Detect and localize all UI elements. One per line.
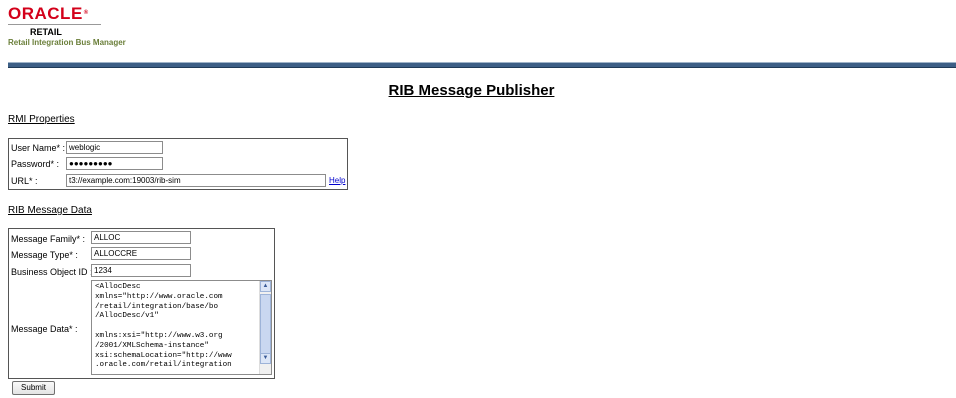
rmi-properties-title: RMI Properties <box>8 114 75 125</box>
message-data-textarea[interactable]: <AllocDesc xmlns="http://www.oracle.com … <box>91 280 272 375</box>
message-family-label: Message Family* : <box>11 234 86 244</box>
app-name: Retail Integration Bus Manager <box>8 38 126 47</box>
url-label: URL* : <box>11 176 38 186</box>
scroll-down-icon[interactable]: ▼ <box>260 353 271 364</box>
retail-label: RETAIL <box>30 27 62 37</box>
help-link[interactable]: Help <box>329 176 345 185</box>
user-name-input[interactable] <box>66 141 163 154</box>
header-divider-bar <box>8 62 956 68</box>
scroll-thumb[interactable] <box>260 294 271 354</box>
user-name-label: User Name* : <box>11 143 66 153</box>
scroll-up-icon[interactable]: ▲ <box>260 281 271 292</box>
business-object-id-label: Business Object ID : <box>11 267 93 277</box>
rmi-properties-panel: User Name* : Password* : ●●●●●●●●● URL* … <box>8 138 348 190</box>
message-data-scrollbar[interactable]: ▲ ▼ <box>259 281 271 374</box>
password-label: Password* : <box>11 159 60 169</box>
oracle-logo: ORACLE® <box>8 4 89 23</box>
message-family-input[interactable] <box>91 231 191 244</box>
url-input[interactable] <box>66 174 326 187</box>
message-type-input[interactable] <box>91 247 191 260</box>
submit-button[interactable]: Submit <box>12 381 55 395</box>
logo-divider <box>8 24 101 25</box>
header: ORACLE® RETAIL Retail Integration Bus Ma… <box>8 5 126 47</box>
message-data-panel: Message Family* : Message Type* : Busine… <box>8 228 275 379</box>
password-input[interactable]: ●●●●●●●●● <box>66 157 163 170</box>
page-title: RIB Message Publisher <box>388 82 555 99</box>
message-type-label: Message Type* : <box>11 250 78 260</box>
rib-message-data-title: RIB Message Data <box>8 205 92 216</box>
business-object-id-input[interactable] <box>91 264 191 277</box>
message-data-label: Message Data* : <box>11 324 78 334</box>
message-data-content: <AllocDesc xmlns="http://www.oracle.com … <box>95 283 232 370</box>
